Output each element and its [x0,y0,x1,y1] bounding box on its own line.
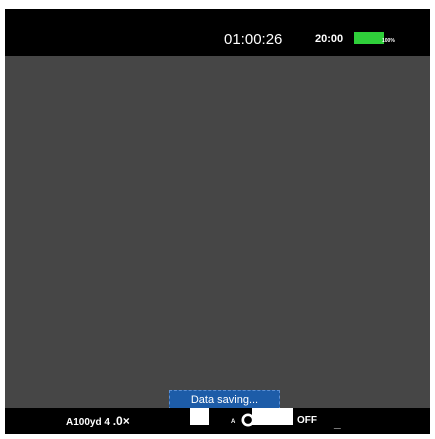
indicator-block-wide [252,408,293,425]
battery-percent: 100% [382,38,395,44]
battery-level-fill [354,32,384,44]
distance-value: A100yd [66,417,102,428]
device-screen: 01:00:26 20:00 100% Data saving... A100y… [5,9,430,434]
bottom-status-bar: A100yd 4 .0× A OFF _ [5,408,430,434]
distance-number: 4 [104,417,110,428]
battery-icon [354,32,384,44]
status-off-label: OFF [297,415,317,426]
viewfinder-area: Data saving... [5,56,430,410]
clock-time: 20:00 [315,33,344,45]
recording-timer: 01:00:26 [224,31,283,48]
saving-toast: Data saving... [169,390,280,410]
top-status-bar: 01:00:26 20:00 100% [5,9,430,56]
indicator-block [190,408,209,425]
zoom-value: .0× [112,414,130,428]
status-dash: _ [334,416,341,430]
distance-zoom-readout: A100yd 4 .0× [66,415,130,429]
saving-toast-message: Data saving... [190,394,259,406]
mode-letter: A [231,419,236,425]
